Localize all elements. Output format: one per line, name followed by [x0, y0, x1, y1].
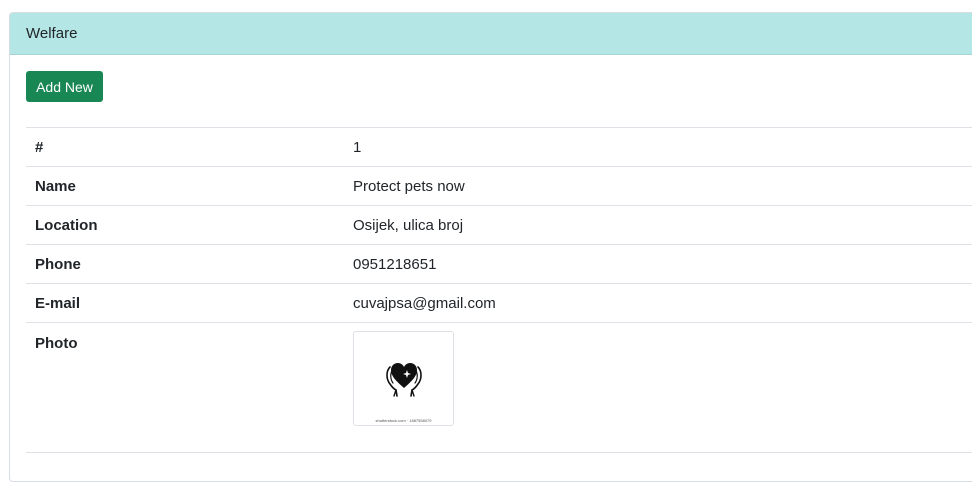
row-value: Protect pets now — [353, 177, 465, 195]
photo-thumbnail: shutterstock.com · 1887558079 — [353, 331, 454, 426]
table-row-id: # 1 — [26, 127, 972, 167]
card-header: Welfare — [10, 13, 972, 55]
row-value: cuvajpsa@gmail.com — [353, 294, 496, 312]
hands-holding-heart-icon — [386, 363, 422, 397]
welfare-card: Welfare Add New # 1 Name Protect pets no… — [9, 12, 972, 482]
row-label: Location — [35, 216, 98, 234]
table-row-phone: Phone 0951218651 — [26, 244, 972, 284]
add-new-button[interactable]: Add New — [26, 71, 103, 102]
row-label: # — [35, 138, 44, 156]
row-label: Phone — [35, 255, 81, 273]
row-label: E-mail — [35, 294, 81, 312]
table-row-email: E-mail cuvajpsa@gmail.com — [26, 283, 972, 323]
card-title: Welfare — [26, 25, 78, 42]
table-row-location: Location Osijek, ulica broj — [26, 205, 972, 245]
row-label: Name — [35, 177, 76, 195]
details-table: # 1 Name Protect pets now Location Osije… — [26, 127, 972, 453]
table-row-photo: Photo shutterstock.com · 1887558079 — [26, 322, 972, 453]
table-row-name: Name Protect pets now — [26, 166, 972, 206]
row-value: 1 — [353, 138, 362, 156]
row-value: 0951218651 — [353, 255, 437, 273]
row-value: Osijek, ulica broj — [353, 216, 464, 234]
row-value: shutterstock.com · 1887558079 — [344, 323, 972, 453]
row-label: Photo — [35, 335, 78, 352]
photo-caption: shutterstock.com · 1887558079 — [375, 418, 432, 423]
